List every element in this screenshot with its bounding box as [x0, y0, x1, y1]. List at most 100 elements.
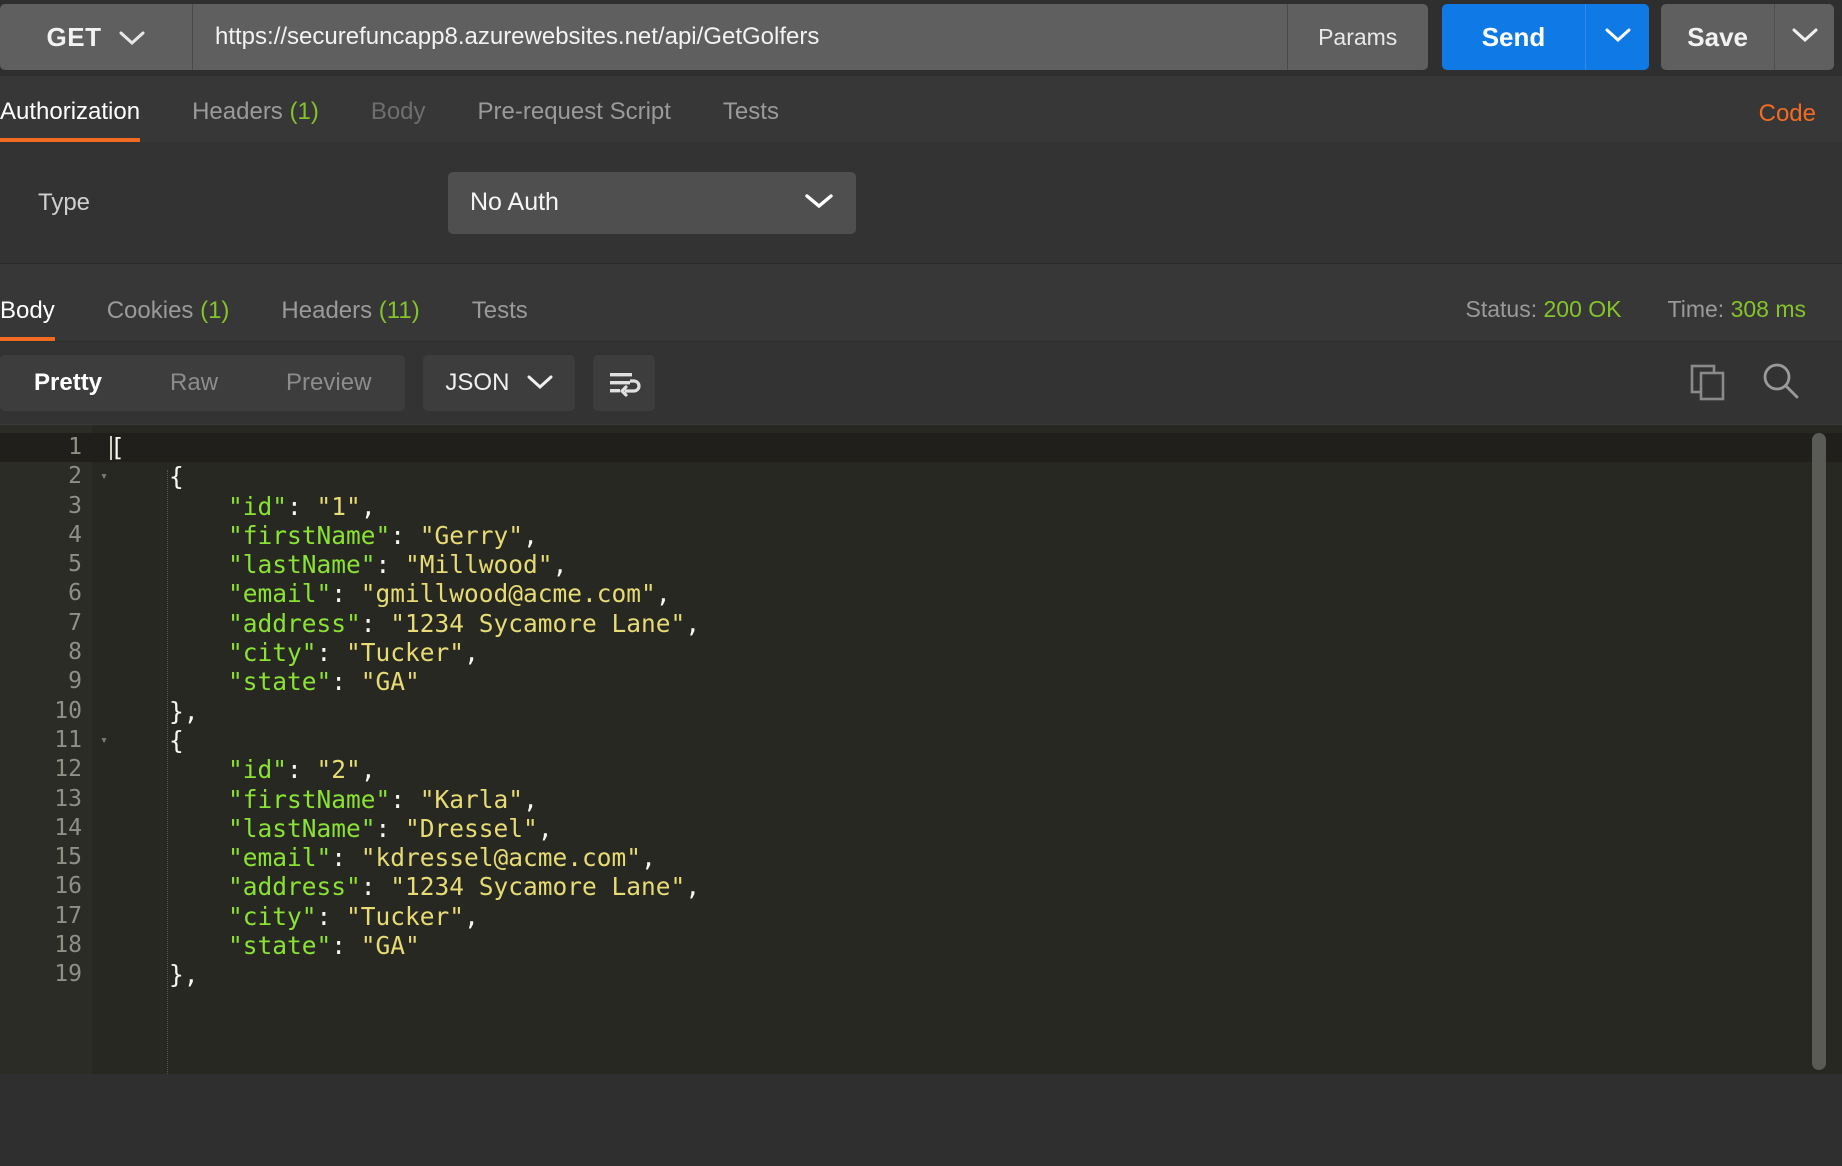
json-string: "Tucker"	[346, 638, 464, 667]
url-input[interactable]: https://securefuncapp8.azurewebsites.net…	[193, 4, 1287, 70]
http-method-selector[interactable]: GET	[0, 4, 192, 70]
code-line: [	[92, 433, 1842, 462]
tab-label: Cookies	[107, 297, 194, 324]
json-punctuation: ,	[523, 521, 538, 550]
copy-icon[interactable]	[1686, 360, 1728, 407]
json-string: "GA"	[361, 931, 420, 960]
line-number: 12	[0, 755, 92, 784]
json-key: "state"	[228, 931, 331, 960]
json-punctuation: },	[169, 697, 199, 726]
response-tab-headers[interactable]: Headers (11)	[255, 297, 445, 341]
json-string: "GA"	[361, 667, 420, 696]
tab-label: Headers	[192, 98, 283, 125]
tab-label: Body	[371, 98, 426, 125]
code-line: "lastName": "Dressel",	[92, 814, 1842, 843]
json-string: "Karla"	[420, 785, 523, 814]
json-punctuation: :	[317, 902, 347, 931]
request-tab-pre-request-script[interactable]: Pre-request Script	[452, 98, 697, 142]
json-punctuation: ,	[685, 872, 700, 901]
json-punctuation: :	[361, 872, 391, 901]
view-mode-group: PrettyRawPreview	[0, 355, 405, 411]
code-link[interactable]: Code	[1759, 100, 1816, 142]
request-tab-authorization[interactable]: Authorization	[0, 98, 166, 142]
json-punctuation: :	[376, 814, 406, 843]
params-button[interactable]: Params	[1288, 4, 1428, 70]
code-line: },	[92, 697, 1842, 726]
json-punctuation: :	[331, 931, 361, 960]
line-number: 15	[0, 843, 92, 872]
send-button[interactable]: Send	[1442, 4, 1586, 70]
view-mode-raw[interactable]: Raw	[136, 355, 252, 411]
tab-label: Tests	[723, 98, 779, 125]
auth-type-select[interactable]: No Auth	[448, 172, 856, 234]
json-punctuation: ,	[656, 579, 671, 608]
json-key: "city"	[228, 902, 317, 931]
code-line: },	[92, 960, 1842, 989]
json-key: "firstName"	[228, 521, 390, 550]
json-punctuation: :	[331, 843, 361, 872]
request-tab-body[interactable]: Body	[345, 98, 452, 142]
tab-label: Body	[0, 297, 55, 324]
request-tab-tests[interactable]: Tests	[697, 98, 805, 142]
code-line: "id": "2",	[92, 755, 1842, 784]
code-line: {	[92, 726, 1842, 755]
http-method-label: GET	[47, 22, 102, 53]
save-options-button[interactable]	[1774, 4, 1834, 70]
authorization-panel: Type No Auth	[0, 142, 1842, 264]
json-punctuation: },	[169, 960, 199, 989]
chevron-down-icon	[119, 22, 145, 53]
json-string: "Tucker"	[346, 902, 464, 931]
json-key: "address"	[228, 609, 361, 638]
status-badge: Status: 200 OK	[1466, 296, 1622, 323]
word-wrap-icon[interactable]	[593, 355, 655, 411]
line-number: 8	[0, 638, 92, 667]
line-number: 5	[0, 550, 92, 579]
code-line: "state": "GA"	[92, 931, 1842, 960]
tab-count: (11)	[372, 297, 420, 324]
send-button-group: Send	[1442, 4, 1650, 70]
request-tab-headers[interactable]: Headers (1)	[166, 98, 345, 142]
time-label: Time:	[1668, 296, 1725, 322]
json-string: "gmillwood@acme.com"	[361, 579, 656, 608]
code-line: "address": "1234 Sycamore Lane",	[92, 609, 1842, 638]
json-key: "id"	[228, 492, 287, 521]
save-button[interactable]: Save	[1661, 4, 1774, 70]
line-number: 14	[0, 814, 92, 843]
chevron-down-icon	[804, 188, 834, 217]
request-tab-bar: Authorization Headers (1) Body Pre-request …	[0, 76, 1842, 142]
response-tab-cookies[interactable]: Cookies (1)	[81, 297, 256, 341]
tab-count: (1)	[283, 98, 319, 125]
response-body-toolbar: PrettyRawPreview JSON	[0, 342, 1842, 424]
auth-type-label: Type	[38, 189, 448, 217]
code-line: "city": "Tucker",	[92, 902, 1842, 931]
line-number: 7	[0, 609, 92, 638]
save-button-group: Save	[1661, 4, 1834, 70]
code-line: "email": "kdressel@acme.com",	[92, 843, 1842, 872]
code-content[interactable]: [ { "id": "1", "firstName": "Gerry", "la…	[92, 425, 1842, 1074]
time-badge: Time: 308 ms	[1668, 296, 1806, 323]
search-icon[interactable]	[1758, 359, 1802, 408]
view-mode-preview[interactable]: Preview	[252, 355, 405, 411]
tab-label: Authorization	[0, 98, 140, 125]
json-punctuation: ,	[553, 550, 568, 579]
line-number: 2▾	[0, 462, 92, 491]
json-string: "Gerry"	[420, 521, 523, 550]
json-punctuation: ,	[464, 902, 479, 931]
response-tab-body[interactable]: Body	[0, 297, 81, 341]
indent-guide	[167, 470, 168, 1074]
send-options-button[interactable]	[1585, 4, 1649, 70]
json-key: "email"	[228, 579, 331, 608]
response-tab-tests[interactable]: Tests	[446, 297, 554, 341]
response-meta: Status: 200 OK Time: 308 ms	[1466, 296, 1842, 341]
json-punctuation: ,	[641, 843, 656, 872]
json-punctuation: :	[376, 550, 406, 579]
json-punctuation: ,	[523, 785, 538, 814]
json-punctuation: ,	[361, 755, 376, 784]
vertical-scrollbar[interactable]	[1812, 433, 1826, 1070]
json-key: "lastName"	[228, 550, 376, 579]
view-mode-pretty[interactable]: Pretty	[0, 355, 136, 411]
json-punctuation: :	[287, 755, 317, 784]
tab-count: (1)	[193, 297, 229, 324]
response-format-select[interactable]: JSON	[423, 355, 575, 411]
response-body-editor[interactable]: 1▾2▾34567891011▾1213141516171819 [ { "id…	[0, 424, 1842, 1074]
